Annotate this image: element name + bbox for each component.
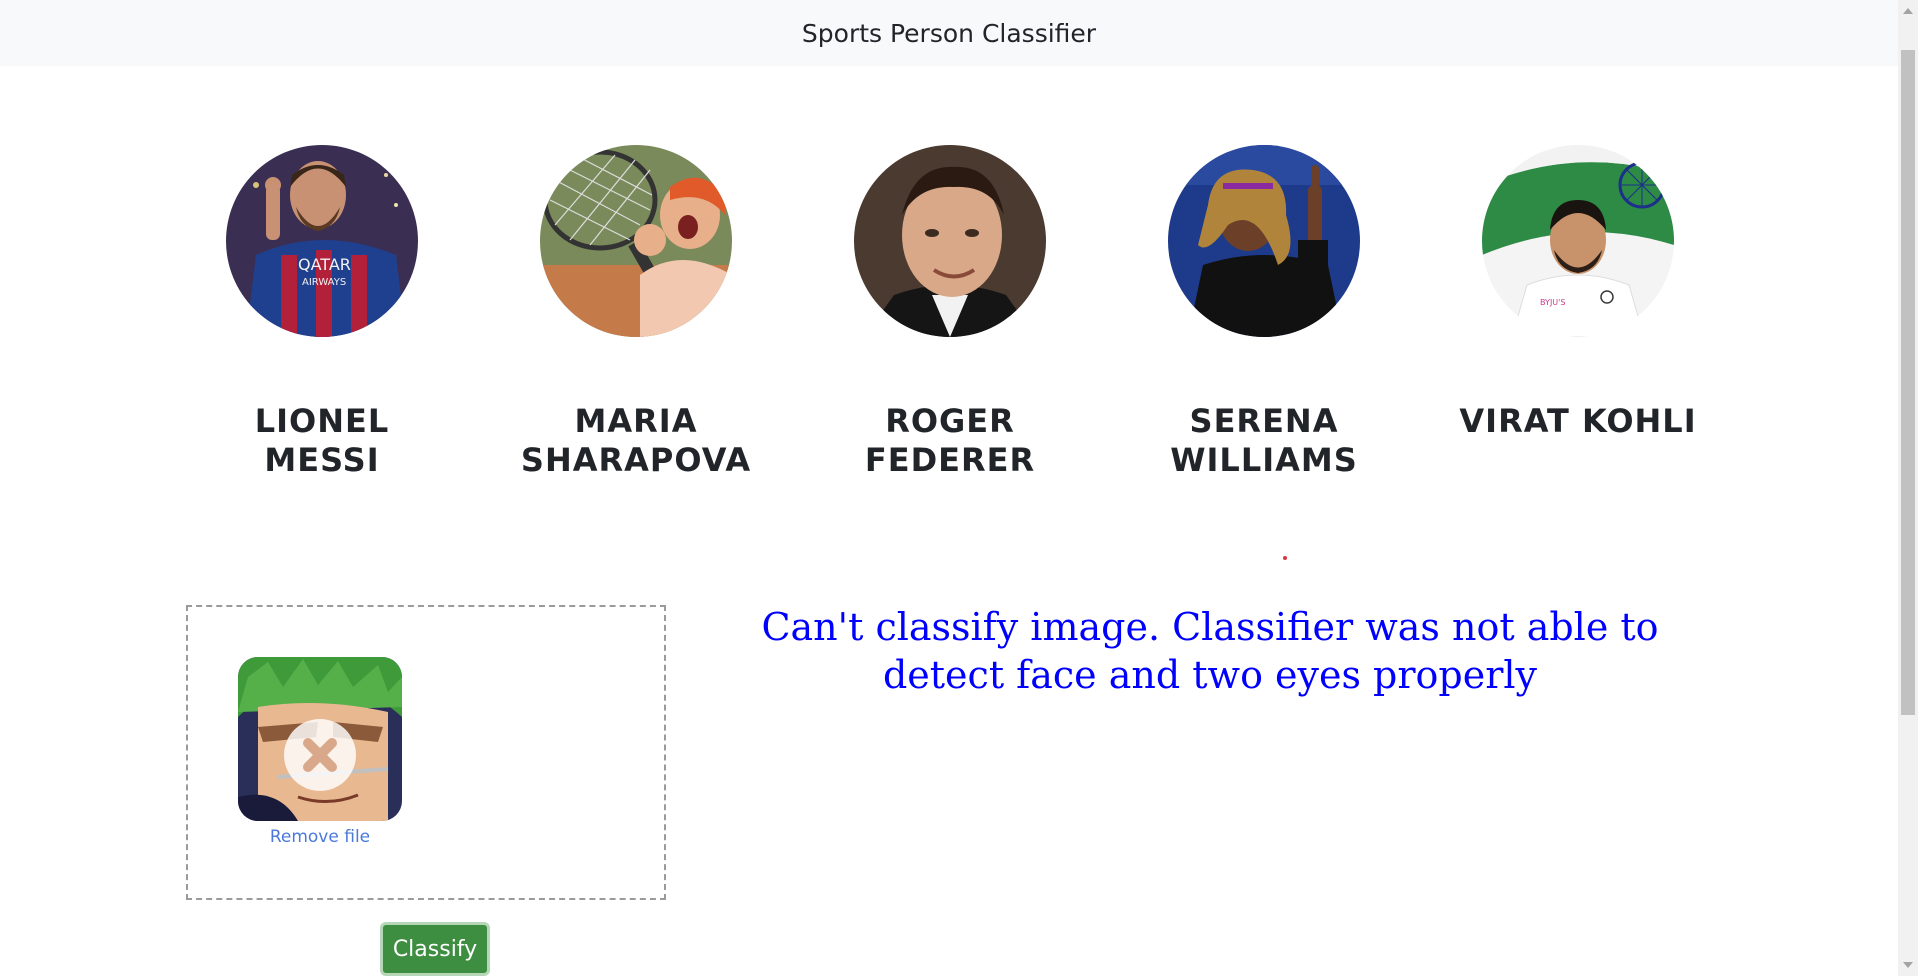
svg-text:AIRWAYS: AIRWAYS [302, 277, 346, 288]
scroll-up-icon[interactable] [1903, 8, 1913, 14]
uploaded-image-thumbnail [238, 657, 402, 821]
classify-button[interactable]: Classify [380, 922, 490, 976]
error-x-icon [284, 719, 356, 791]
player-card-serena: SERENA WILLIAMS [1134, 145, 1394, 480]
scrollbar-thumb[interactable] [1901, 50, 1915, 715]
svg-text:BYJU'S: BYJU'S [1540, 298, 1565, 307]
file-preview: Remove file [238, 657, 402, 847]
player-card-messi: QATAR AIRWAYS LIONEL MESSI [192, 145, 452, 480]
player-name: VIRAT KOHLI [1459, 402, 1697, 440]
image-dropzone[interactable]: Remove file [186, 605, 666, 900]
scroll-down-icon[interactable] [1903, 962, 1913, 968]
classification-error-message: Can't classify image. Classifier was not… [761, 605, 1659, 697]
sharapova-photo-icon [540, 145, 732, 337]
player-name: LIONEL MESSI [254, 402, 390, 479]
player-name: ROGER FEDERER [864, 402, 1036, 479]
vertical-scrollbar[interactable] [1898, 0, 1918, 976]
players-row: QATAR AIRWAYS LIONEL MESSI MARIA SHARAPO… [0, 145, 1898, 485]
kohli-photo-icon: BYJU'S [1482, 145, 1674, 337]
navbar: Sports Person Classifier [0, 0, 1898, 66]
serena-photo-icon [1168, 145, 1360, 337]
remove-file-link[interactable]: Remove file [238, 827, 402, 847]
messi-photo-icon: QATAR AIRWAYS [226, 145, 418, 337]
player-name: MARIA SHARAPOVA [520, 402, 752, 479]
navbar-title: Sports Person Classifier [801, 18, 1097, 48]
federer-photo-icon [854, 145, 1046, 337]
player-card-sharapova: MARIA SHARAPOVA [506, 145, 766, 480]
player-card-federer: ROGER FEDERER [820, 145, 1080, 480]
player-card-kohli: BYJU'S VIRAT KOHLI [1448, 145, 1708, 441]
player-name: SERENA WILLIAMS [1170, 402, 1358, 479]
status-dot [1283, 556, 1287, 560]
svg-text:QATAR: QATAR [298, 255, 351, 274]
